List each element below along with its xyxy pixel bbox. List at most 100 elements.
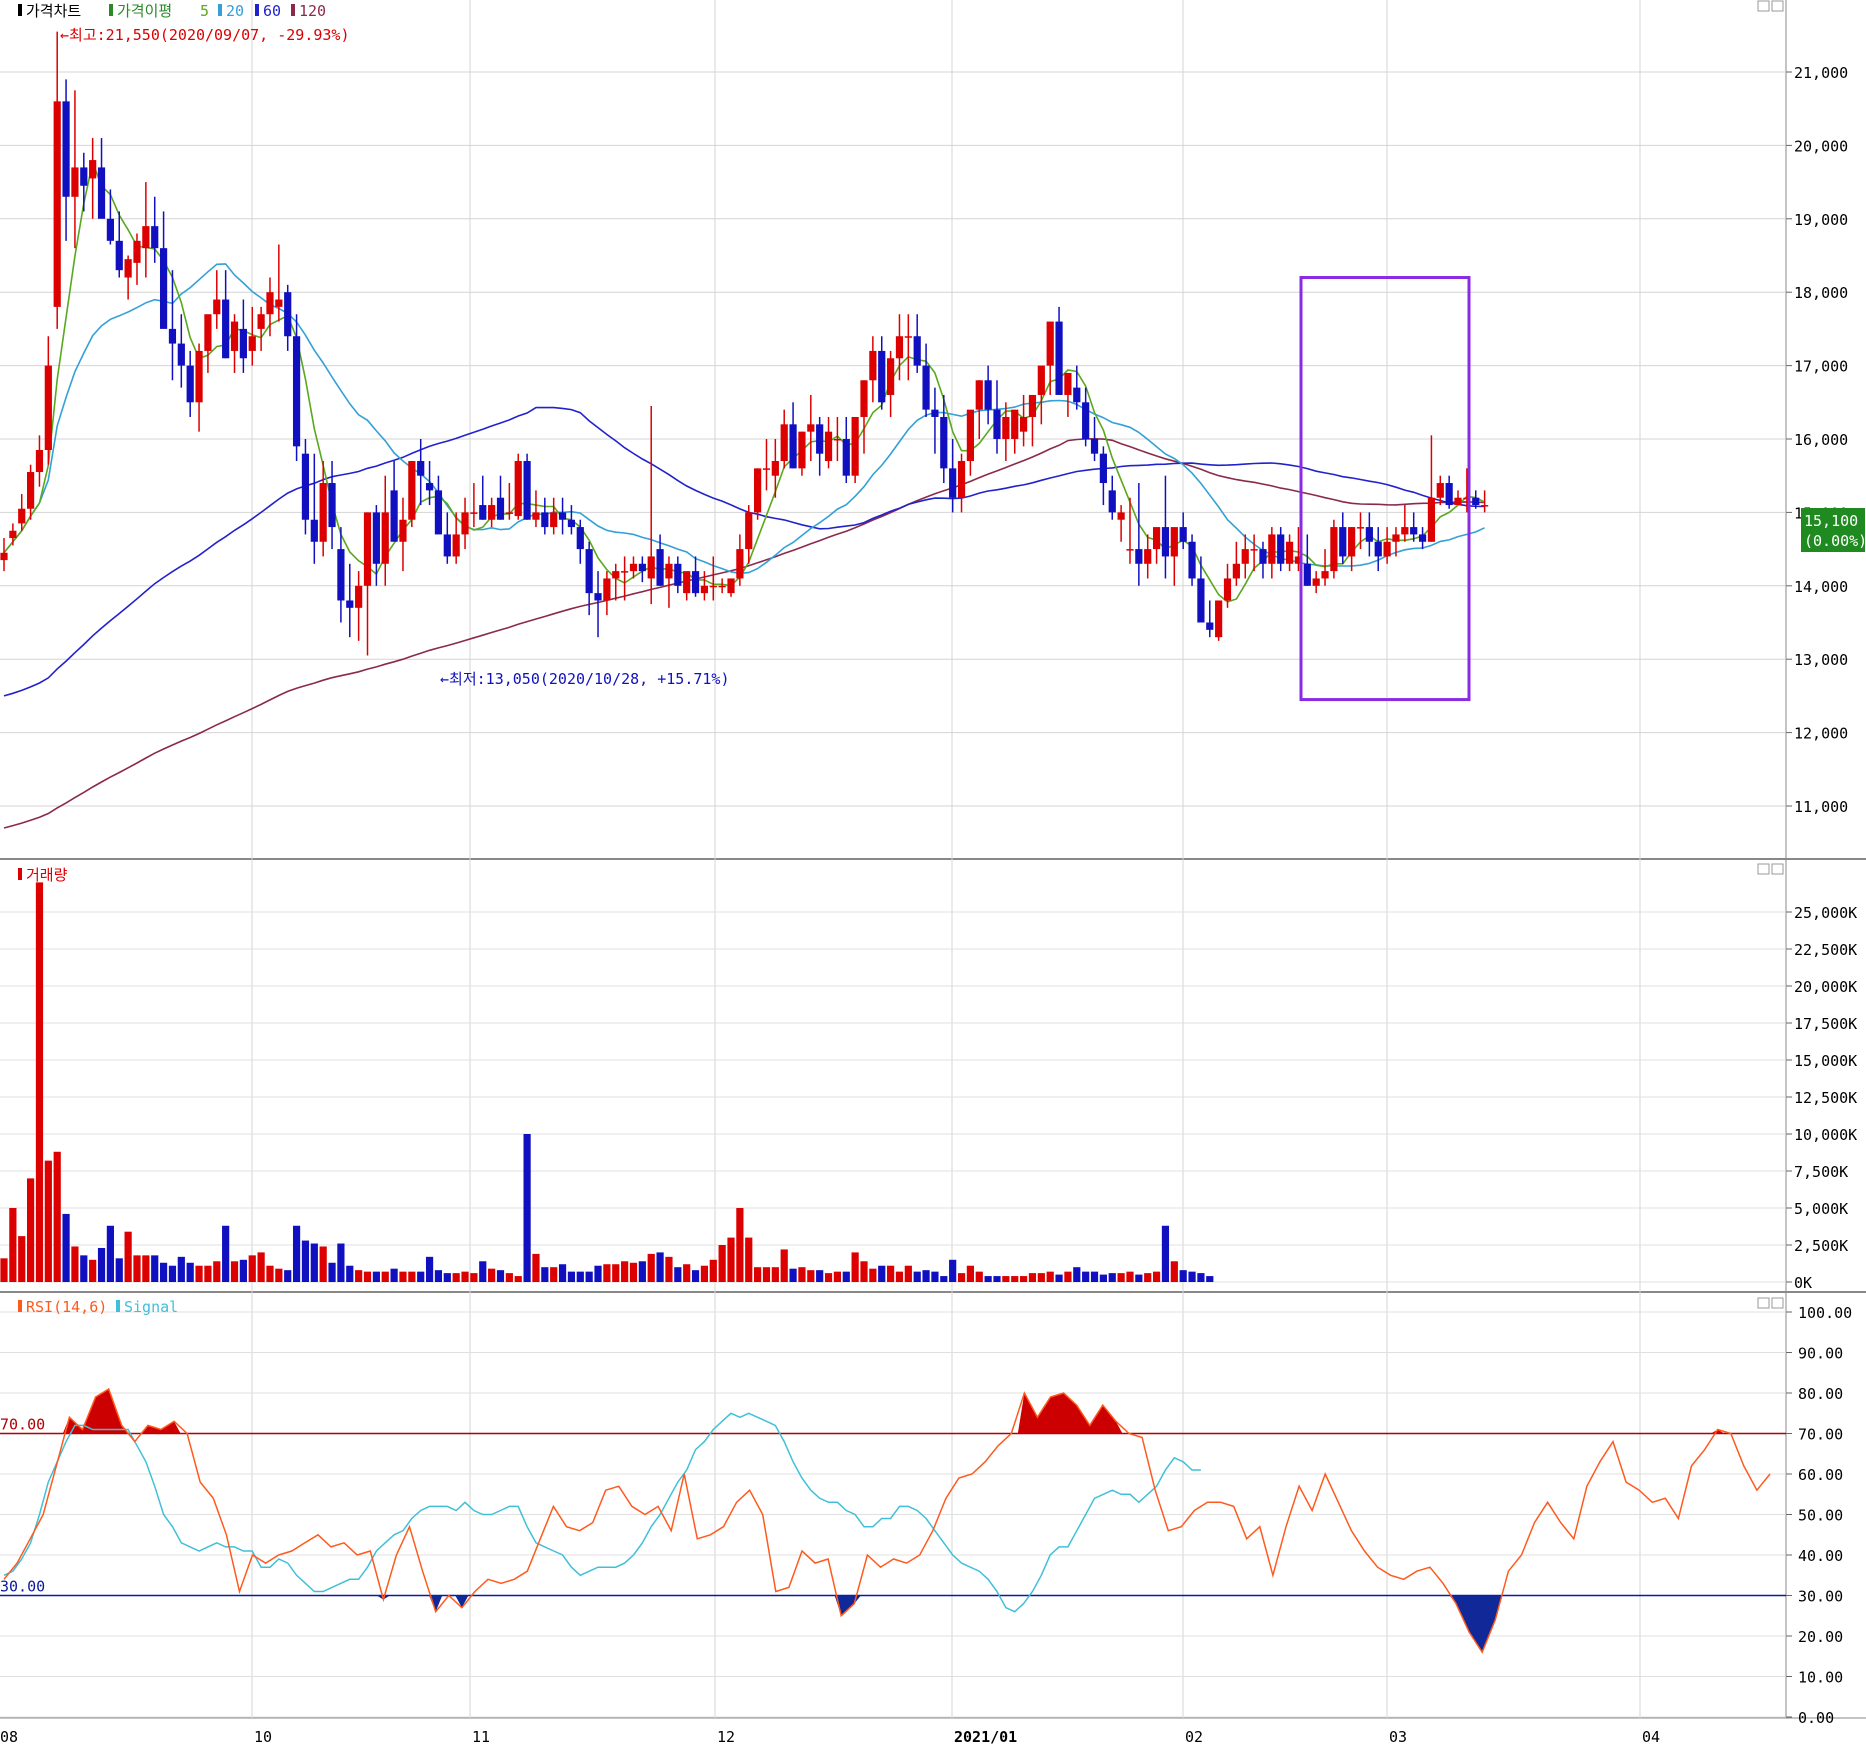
candle-body xyxy=(115,240,123,271)
date-tick-label: 11 xyxy=(472,1728,490,1746)
candle-body xyxy=(798,431,806,469)
volume-bar xyxy=(665,1256,673,1282)
volume-bar xyxy=(576,1271,584,1282)
candle-body xyxy=(505,512,513,514)
volume-bar xyxy=(638,1261,646,1282)
rsi-70-label: 70.00 xyxy=(0,1416,45,1434)
price-tick-label: 12,000 xyxy=(1794,725,1848,743)
price-tick-label: 17,000 xyxy=(1794,358,1848,376)
candle-body xyxy=(966,409,974,462)
candle-body xyxy=(1144,549,1152,564)
minimize-icon[interactable] xyxy=(1757,863,1770,875)
candle-body xyxy=(399,519,407,542)
date-tick-label: 03 xyxy=(1389,1728,1407,1746)
candle-body xyxy=(461,512,469,535)
panel-controls xyxy=(1757,0,1784,1309)
volume-bar xyxy=(1028,1273,1037,1282)
volume-bar xyxy=(213,1261,221,1282)
candle-body xyxy=(1019,416,1028,432)
candle-body xyxy=(612,571,620,579)
candle-body xyxy=(213,299,221,315)
candle-body xyxy=(337,549,345,601)
volume-bar xyxy=(106,1225,114,1282)
price-panel-controls[interactable] xyxy=(1757,0,1784,12)
candle-body xyxy=(1392,534,1400,542)
candle-body xyxy=(1152,527,1161,550)
volume-bar xyxy=(461,1271,469,1282)
candle-body xyxy=(381,512,389,564)
volume-bar xyxy=(691,1270,700,1282)
volume-bar xyxy=(789,1268,797,1282)
candle-body xyxy=(754,468,762,513)
date-tick-label: 2021/01 xyxy=(954,1728,1017,1746)
candle-body xyxy=(1436,483,1444,498)
minimize-icon[interactable] xyxy=(1757,1297,1770,1309)
candle-body xyxy=(1206,622,1214,630)
volume-bar xyxy=(0,1258,8,1282)
close-icon[interactable] xyxy=(1771,863,1784,875)
candle-body xyxy=(0,552,8,561)
volume-bar xyxy=(1002,1276,1010,1282)
volume-bar xyxy=(798,1267,806,1282)
candle-body xyxy=(248,336,256,351)
legend-marker-ma120 xyxy=(291,4,295,16)
candle-body xyxy=(727,578,735,594)
candle-body xyxy=(949,468,957,498)
volume-bar xyxy=(1064,1271,1072,1282)
volume-bar xyxy=(523,1134,531,1282)
candle-body xyxy=(762,468,771,470)
ma120-legend: 120 xyxy=(299,2,326,20)
candle-body xyxy=(957,461,966,498)
close-icon[interactable] xyxy=(1771,1297,1784,1309)
candle-body xyxy=(683,571,691,594)
rsi-panel-controls[interactable] xyxy=(1757,1297,1784,1309)
volume-panel-controls[interactable] xyxy=(1757,863,1784,875)
candle-body xyxy=(532,512,540,520)
volume-bar xyxy=(1206,1276,1214,1282)
ma120-line xyxy=(3,437,1485,829)
candle-body xyxy=(1427,497,1436,542)
candle-body xyxy=(665,563,673,579)
price-tick-label: 14,000 xyxy=(1794,578,1848,596)
volume-bar xyxy=(124,1231,132,1282)
volume-bar xyxy=(532,1253,540,1282)
candle-body xyxy=(674,563,682,586)
candle-body xyxy=(363,512,372,586)
candle-body xyxy=(133,240,141,263)
legend-marker-price xyxy=(18,4,22,16)
close-icon[interactable] xyxy=(1771,0,1784,12)
candle-body xyxy=(1011,409,1019,439)
candle-body xyxy=(656,549,664,586)
volume-bar xyxy=(168,1265,177,1282)
candle-body xyxy=(71,167,79,197)
ma-legend-title: 가격이평 xyxy=(117,2,172,20)
rsi-legend: RSI(14,6) Signal xyxy=(18,1298,178,1316)
volume-bar xyxy=(683,1264,691,1282)
volume-bar xyxy=(417,1271,425,1282)
low-price-annotation: ←최저:13,050(2020/10/28, +15.71%) xyxy=(440,670,730,688)
signal-legend-title: Signal xyxy=(124,1298,178,1316)
candle-body xyxy=(647,556,655,579)
candle-body xyxy=(913,336,921,366)
legend-marker-rsi xyxy=(18,1300,22,1312)
candle-body xyxy=(496,497,505,520)
candle-body xyxy=(372,512,380,564)
minimize-icon[interactable] xyxy=(1757,0,1770,12)
candle-body xyxy=(390,490,398,542)
volume-bar xyxy=(851,1252,859,1282)
current-price-tag: 15,100 (0.00%) xyxy=(1801,508,1866,552)
volume-bar xyxy=(159,1262,168,1282)
volume-bar xyxy=(1082,1271,1090,1282)
candle-body xyxy=(239,328,247,359)
volume-tick-label: 2,500K xyxy=(1794,1237,1848,1255)
volume-bar xyxy=(222,1225,230,1282)
rsi-30-label: 30.00 xyxy=(0,1578,45,1596)
rsi-tick-label: 100.00 xyxy=(1798,1304,1852,1322)
volume-bar xyxy=(993,1276,1001,1282)
volume-bar xyxy=(89,1259,97,1282)
volume-bar xyxy=(567,1271,576,1282)
volume-bar xyxy=(97,1247,106,1282)
candle-body xyxy=(1135,549,1143,564)
price-tick-label: 16,000 xyxy=(1794,431,1848,449)
volume-bar xyxy=(904,1265,912,1282)
